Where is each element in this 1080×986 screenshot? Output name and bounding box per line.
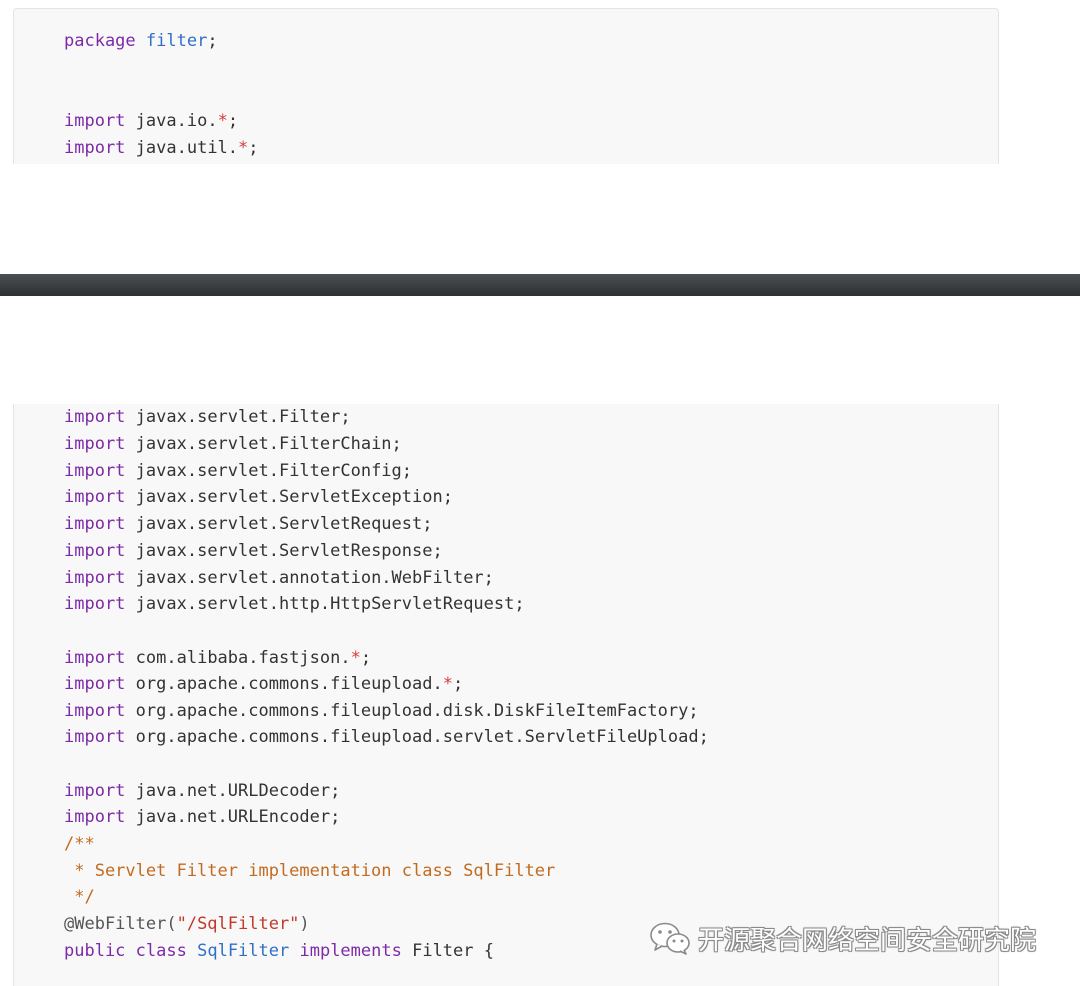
import-path: javax.servlet.FilterChain; [135, 434, 402, 454]
keyword: import [64, 407, 126, 427]
doc-comment-open: /** [64, 834, 95, 854]
import-path: org.apache.commons.fileupload.disk.DiskF… [135, 701, 699, 721]
keyword: import [64, 781, 126, 801]
wildcard: * [350, 648, 361, 668]
keyword: package [64, 31, 136, 51]
wildcard: * [442, 674, 453, 694]
import-path: org.apache.commons.fileupload.servlet.Se… [135, 727, 709, 747]
keyword: import [64, 487, 126, 507]
semicolon: ; [360, 648, 372, 668]
code-line-import: import org.apache.commons.fileupload.ser… [64, 726, 709, 748]
code-line-import: import org.apache.commons.fileupload.*; [64, 673, 463, 695]
keyword: import [64, 138, 126, 158]
code-block-top: package filter; import java.io.*; import… [13, 8, 999, 164]
wechat-icon [648, 920, 692, 956]
code-line-import: import javax.servlet.FilterConfig; [64, 460, 412, 482]
interface-name: Filter [412, 941, 474, 961]
code-line-package: package filter; [64, 30, 218, 52]
doc-comment-body: * Servlet Filter implementation class Sq… [64, 861, 556, 881]
code-line-import: import javax.servlet.ServletException; [64, 486, 453, 508]
package-name: filter [145, 31, 208, 51]
import-path: java.util. [135, 138, 239, 158]
import-path: java.io. [135, 111, 218, 131]
semicolon: ; [207, 31, 218, 51]
import-path: javax.servlet.FilterConfig; [135, 461, 413, 481]
keyword: import [64, 727, 126, 747]
annotation-value: "/SqlFilter" [176, 914, 300, 934]
keyword: import [64, 701, 126, 721]
import-path: javax.servlet.annotation.WebFilter; [135, 568, 494, 588]
annotation-close: ) [299, 914, 310, 934]
code-line-import: import javax.servlet.http.HttpServletReq… [64, 593, 525, 615]
code-line-import: import javax.servlet.ServletRequest; [64, 513, 432, 535]
keyword: import [64, 648, 126, 668]
doc-comment-close: */ [64, 887, 95, 907]
wildcard: * [238, 138, 249, 158]
keyword: import [64, 111, 126, 131]
watermark-text: 开源聚合网络空间安全研究院 [698, 925, 1037, 956]
semicolon: ; [227, 111, 239, 131]
annotation-name: @WebFilter( [64, 914, 177, 934]
code-line-import: import java.net.URLDecoder; [64, 780, 340, 802]
import-path: com.alibaba.fastjson. [135, 648, 351, 668]
code-line-import: import javax.servlet.FilterChain; [64, 433, 402, 455]
open-brace: { [483, 941, 495, 961]
code-line-import: import javax.servlet.Filter; [64, 406, 351, 428]
class-name: SqlFilter [197, 941, 290, 961]
divider-bar [0, 274, 1080, 296]
code-line-class-declaration: public class SqlFilter implements Filter… [64, 940, 494, 962]
import-path: javax.servlet.Filter; [135, 407, 351, 427]
keyword: import [64, 541, 126, 561]
code-line-import: import org.apache.commons.fileupload.dis… [64, 700, 699, 722]
import-path: java.net.URLDecoder; [135, 781, 341, 801]
code-line-import: import javax.servlet.ServletResponse; [64, 540, 443, 562]
keyword: import [64, 461, 126, 481]
code-line-import: import javax.servlet.annotation.WebFilte… [64, 567, 494, 589]
keyword-class: class [135, 941, 187, 961]
keyword: import [64, 434, 126, 454]
code-line-import: import java.net.URLEncoder; [64, 806, 340, 828]
semicolon: ; [452, 674, 464, 694]
import-path: javax.servlet.ServletResponse; [135, 541, 443, 561]
keyword: import [64, 594, 126, 614]
watermark: 开源聚合网络空间安全研究院 [648, 918, 1036, 958]
code-line-annotation: @WebFilter("/SqlFilter") [64, 913, 310, 935]
code-block-bottom: import javax.servlet.Filter; import java… [13, 404, 999, 986]
keyword: import [64, 674, 126, 694]
keyword-implements: implements [299, 941, 402, 961]
code-line-import-java-io: import java.io.*; [64, 110, 238, 132]
keyword: import [64, 568, 126, 588]
code-line-import-java-util: import java.util.*; [64, 137, 259, 159]
code-line-import: import com.alibaba.fastjson.*; [64, 647, 371, 669]
keyword: import [64, 807, 126, 827]
import-path: javax.servlet.ServletRequest; [135, 514, 433, 534]
import-path: java.net.URLEncoder; [135, 807, 341, 827]
import-path: org.apache.commons.fileupload. [135, 674, 443, 694]
import-path: javax.servlet.ServletException; [135, 487, 453, 507]
keyword-public: public [64, 941, 126, 961]
import-path: javax.servlet.http.HttpServletRequest; [135, 594, 525, 614]
keyword: import [64, 514, 126, 534]
wildcard: * [217, 111, 228, 131]
semicolon: ; [248, 138, 259, 158]
